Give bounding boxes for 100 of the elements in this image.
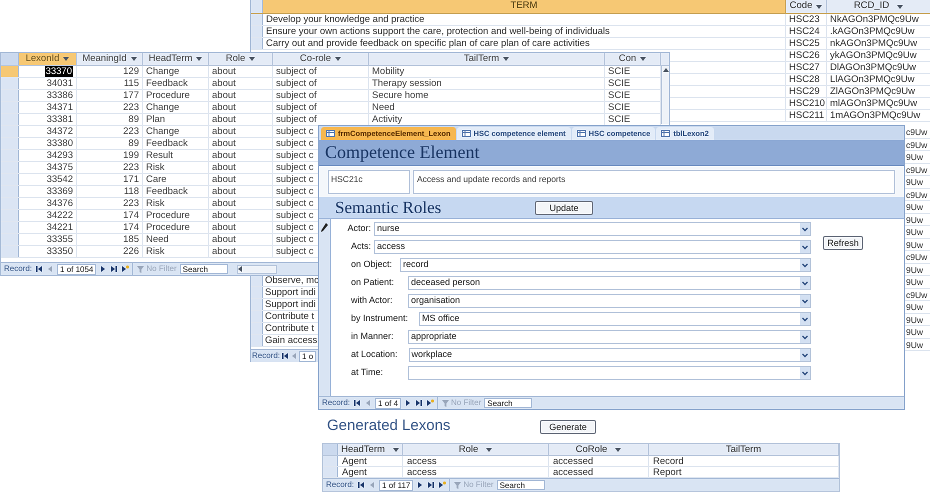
- column-header[interactable]: HeadTerm: [338, 444, 403, 455]
- sort-caret-icon[interactable]: [249, 57, 256, 61]
- table-cell: 33370: [44, 66, 73, 77]
- sort-caret-icon[interactable]: [640, 57, 646, 61]
- next-record-icon[interactable]: [99, 265, 108, 273]
- record-position-field[interactable]: 1 o: [299, 350, 316, 362]
- scroll-up-icon[interactable]: [662, 68, 668, 72]
- table-cell: subject c: [276, 174, 314, 185]
- combo-box[interactable]: workplace: [408, 348, 811, 362]
- column-header[interactable]: CoRole: [549, 444, 649, 455]
- column-header[interactable]: TailTerm: [649, 444, 839, 455]
- table-cell: c9Uw: [906, 140, 928, 150]
- table-cell-text: LlAGOn3PMQc9Uw: [829, 74, 916, 85]
- first-record-icon[interactable]: [353, 399, 362, 407]
- element-description-field[interactable]: Access and update records and reports: [413, 170, 895, 194]
- table-cell: SCIE: [608, 102, 630, 113]
- table-cell: 33369: [46, 186, 73, 197]
- combo-box[interactable]: MS office: [419, 312, 811, 326]
- combo-box[interactable]: deceased person: [408, 276, 811, 290]
- sort-caret-icon[interactable]: [897, 4, 904, 8]
- combo-box[interactable]: appropriate: [408, 330, 811, 344]
- sort-caret-icon[interactable]: [486, 448, 492, 452]
- table-cell: subject c: [276, 234, 314, 245]
- column-header[interactable]: Co-role: [273, 53, 369, 65]
- combo-box[interactable]: record: [400, 258, 811, 272]
- first-record-icon[interactable]: [281, 352, 290, 360]
- column-header[interactable]: HeadTerm: [143, 53, 209, 65]
- sort-caret-icon[interactable]: [130, 57, 137, 61]
- table-cell: HSC211: [786, 110, 827, 121]
- sort-caret-icon[interactable]: [503, 57, 510, 61]
- table-cell: Change: [146, 66, 180, 77]
- column-header[interactable]: Role: [403, 444, 549, 455]
- table-cell: subject of: [276, 114, 317, 125]
- new-record-icon[interactable]: [438, 481, 446, 489]
- search-field[interactable]: Search: [496, 480, 545, 490]
- last-record-icon[interactable]: [415, 399, 424, 407]
- select-all-cell[interactable]: [323, 444, 338, 455]
- column-header[interactable]: Con: [605, 53, 661, 65]
- first-record-icon[interactable]: [357, 481, 366, 489]
- field-label: by Instrument:: [351, 312, 408, 326]
- table-cell: subject c: [276, 138, 314, 149]
- record-position-field[interactable]: 1 of 117: [379, 480, 414, 490]
- table-cell: 34375: [46, 162, 73, 173]
- column-header[interactable]: Role: [209, 53, 273, 65]
- next-record-icon[interactable]: [416, 481, 424, 489]
- table-cell: HSC210: [786, 98, 827, 109]
- combo-box[interactable]: organisation: [408, 294, 811, 308]
- scroll-left-icon[interactable]: [238, 266, 242, 272]
- sort-caret-icon[interactable]: [615, 448, 622, 452]
- table-cell: about: [212, 138, 236, 149]
- new-record-icon[interactable]: [121, 265, 130, 273]
- search-field[interactable]: Search: [180, 264, 228, 274]
- table-cell: Feedback: [146, 186, 188, 197]
- element-code-field[interactable]: HSC21c: [328, 170, 410, 194]
- search-field[interactable]: Search: [484, 398, 532, 408]
- horizontal-scrollbar[interactable]: [236, 264, 277, 274]
- generate-button[interactable]: Generate: [540, 420, 596, 434]
- sort-caret-icon[interactable]: [392, 448, 399, 452]
- table-cell: SCIE: [608, 78, 630, 89]
- new-record-icon[interactable]: [426, 399, 434, 407]
- table-cell: about: [212, 186, 236, 197]
- column-header[interactable]: TailTerm: [369, 53, 605, 65]
- refresh-button[interactable]: Refresh: [823, 236, 863, 250]
- column-header[interactable]: Code: [786, 0, 827, 13]
- record-label: Record:: [326, 479, 354, 491]
- table-cell: 9Uw: [906, 240, 924, 250]
- update-button[interactable]: Update: [535, 200, 593, 214]
- record-label: Record:: [4, 263, 32, 275]
- column-header[interactable]: RCD_ID: [827, 0, 930, 13]
- table-cell: 9Uw: [906, 302, 924, 312]
- combo-box[interactable]: nurse: [374, 222, 811, 236]
- table-cell: about: [212, 150, 236, 161]
- select-all-cell[interactable]: [251, 0, 263, 13]
- last-record-icon[interactable]: [110, 265, 118, 273]
- funnel-icon: [442, 400, 450, 406]
- table-cell: about: [212, 126, 236, 137]
- table-cell: Activity: [372, 114, 402, 125]
- record-position-field[interactable]: 1 of 1054: [57, 264, 96, 274]
- table-cell: Result: [146, 150, 173, 161]
- table-cell: c9Uw: [906, 252, 928, 262]
- table-cell-text: Contribute t: [264, 323, 316, 334]
- combo-box[interactable]: access: [374, 240, 811, 254]
- table-cell: about: [212, 78, 236, 89]
- sort-caret-icon[interactable]: [196, 57, 202, 61]
- sort-caret-icon[interactable]: [335, 57, 342, 61]
- last-record-icon[interactable]: [427, 481, 436, 489]
- vertical-scrollbar[interactable]: [661, 66, 669, 124]
- select-all-cell[interactable]: [1, 53, 19, 65]
- table-cell: SCIE: [608, 114, 630, 125]
- sort-caret-icon[interactable]: [63, 57, 70, 61]
- column-header[interactable]: LexonId: [19, 53, 77, 65]
- table-cell: Report: [653, 467, 682, 478]
- next-record-icon[interactable]: [404, 399, 412, 407]
- first-record-icon[interactable]: [35, 265, 44, 273]
- table-cell: 33350: [46, 246, 73, 257]
- sort-caret-icon[interactable]: [816, 4, 822, 8]
- column-header[interactable]: MeaningId: [77, 53, 143, 65]
- table-cell: subject c: [276, 150, 314, 161]
- table-cell: subject of: [276, 78, 317, 89]
- record-position-field[interactable]: 1 of 4: [375, 398, 402, 408]
